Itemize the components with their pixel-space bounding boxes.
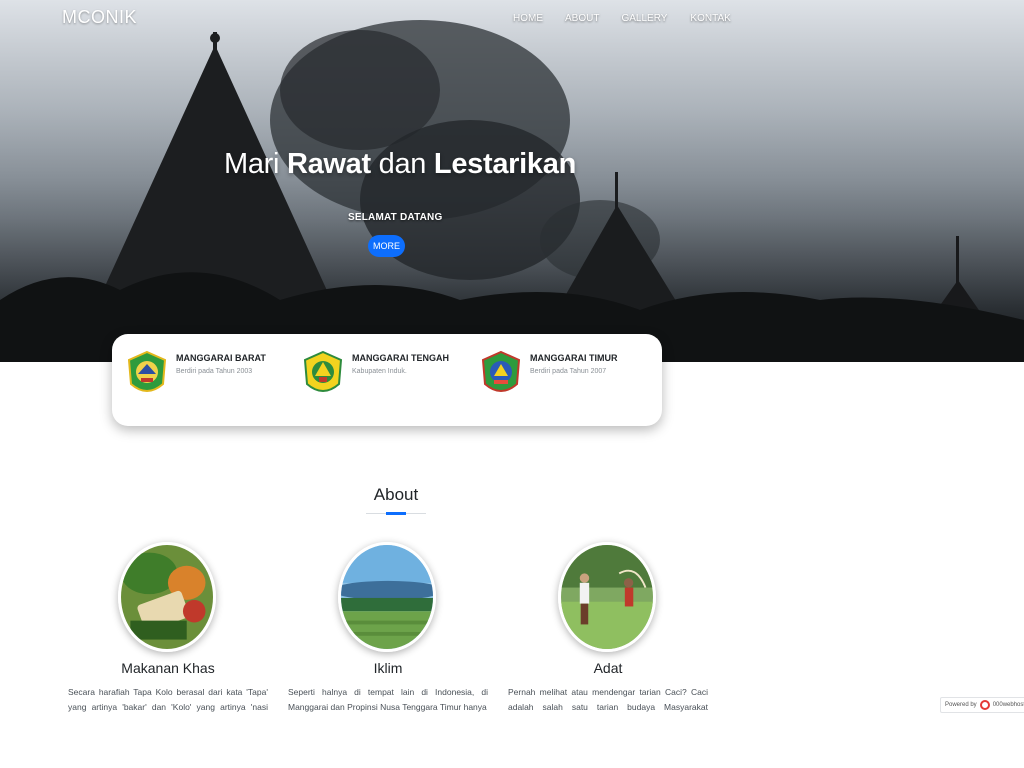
manggarai-timur-emblem-icon <box>481 350 521 392</box>
landscape-image-icon <box>341 545 433 649</box>
nav-about[interactable]: ABOUT <box>565 13 599 24</box>
nav-home[interactable]: HOME <box>513 13 543 24</box>
hero-title-word: Rawat <box>286 148 371 180</box>
about-divider-accent <box>386 512 406 515</box>
hero-subtitle: SELAMAT DATANG <box>348 212 443 223</box>
host-logo-icon <box>979 700 990 710</box>
adat-photo[interactable] <box>558 542 656 652</box>
food-image-icon <box>121 545 213 649</box>
powered-by-badge[interactable]: Powered by 000webhost <box>940 697 1024 713</box>
nav-gallery[interactable]: GALLERY <box>621 13 667 24</box>
hero-title-word: Mari <box>224 148 280 180</box>
regions-card: MANGGARAI BARAT Berdiri pada Tahun 2003 … <box>112 334 662 426</box>
powered-by-label: Powered by <box>945 702 977 708</box>
region-desc: Kabupaten Induk. <box>352 368 407 375</box>
hero-title-word: dan <box>378 148 427 180</box>
hero-title: Mari Rawat dan Lestarikan <box>224 148 576 181</box>
region-name: MANGGARAI TIMUR <box>530 353 618 363</box>
card-text: Secara harafiah Tapa Kolo berasal dari k… <box>68 687 268 712</box>
nav-kontak[interactable]: KONTAK <box>690 13 730 24</box>
region-name: MANGGARAI BARAT <box>176 353 266 363</box>
hero-background-image <box>0 0 1024 362</box>
powered-by-brand: 000webhost <box>992 702 1024 708</box>
about-heading: About <box>373 485 419 504</box>
card-title: Iklim <box>373 660 403 676</box>
card-text: Pernah melihat atau mendengar tarian Cac… <box>508 687 708 712</box>
card-title: Makanan Khas <box>121 660 215 676</box>
main-nav: HOME ABOUT GALLERY KONTAK <box>513 13 731 24</box>
hero-title-word: Lestarikan <box>433 148 576 180</box>
card-title: Adat <box>593 660 623 676</box>
manggarai-barat-emblem-icon <box>127 350 167 392</box>
region-desc: Berdiri pada Tahun 2007 <box>530 368 607 375</box>
region-name: MANGGARAI TENGAH <box>352 353 449 363</box>
card-text: Seperti halnya di tempat lain di Indones… <box>288 687 488 712</box>
brand-logo[interactable]: MCONIK <box>62 7 137 28</box>
region-desc: Berdiri pada Tahun 2003 <box>176 368 253 375</box>
more-button[interactable]: MORE <box>368 235 405 257</box>
dance-image-icon <box>561 545 653 649</box>
hero-banner: MCONIK HOME ABOUT GALLERY KONTAK Mari Ra… <box>0 0 1024 362</box>
makanan-khas-photo[interactable] <box>118 542 216 652</box>
manggarai-tengah-emblem-icon <box>303 350 343 392</box>
iklim-photo[interactable] <box>338 542 436 652</box>
